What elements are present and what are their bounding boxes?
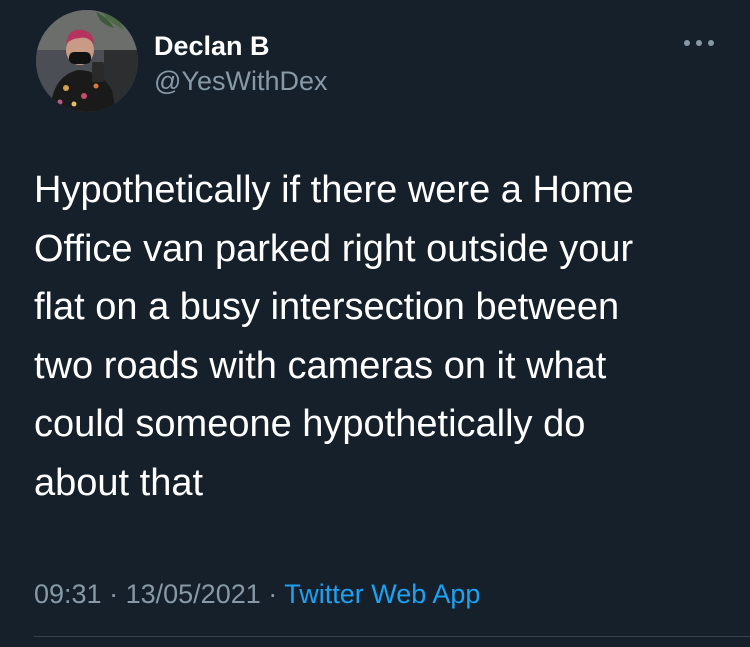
more-options-button[interactable] <box>682 36 716 50</box>
tweet-time[interactable]: 09:31 <box>34 579 102 609</box>
user-handle[interactable]: @YesWithDex <box>154 65 327 97</box>
meta-separator: · <box>109 579 119 609</box>
avatar-photo <box>36 10 138 112</box>
divider <box>34 636 750 637</box>
more-horizontal-icon <box>684 40 714 46</box>
tweet-source-link[interactable]: Twitter Web App <box>284 579 480 609</box>
tweet-metadata: 09:31 · 13/05/2021 · Twitter Web App <box>34 576 480 612</box>
tweet-date[interactable]: 13/05/2021 <box>126 579 261 609</box>
tweet-card: Declan B @YesWithDex Hypothetically if t… <box>0 0 750 647</box>
tweet-text: Hypothetically if there were a Home Offi… <box>34 169 634 504</box>
avatar[interactable] <box>36 10 138 112</box>
display-name[interactable]: Declan B <box>154 30 270 62</box>
meta-separator: · <box>268 579 278 609</box>
